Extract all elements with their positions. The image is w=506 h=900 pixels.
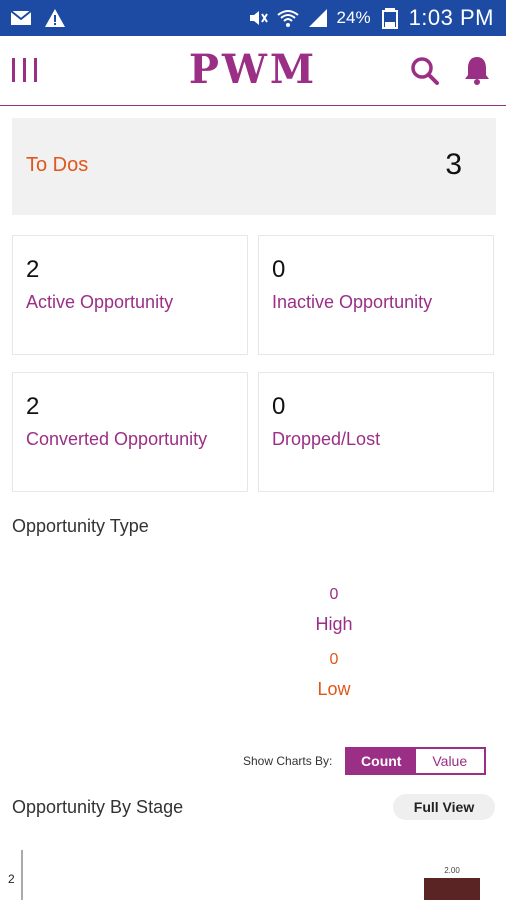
stat-value: 0 — [272, 256, 286, 283]
show-charts-toggle: Count Value — [345, 747, 486, 775]
stat-label: Dropped/Lost — [272, 429, 381, 449]
bar-data-label: 2.00 — [444, 866, 460, 875]
legend-high-value: 0 — [329, 586, 339, 603]
full-view-button[interactable]: Full View — [393, 794, 495, 820]
y-tick-label: 2 — [8, 872, 15, 886]
opportunity-stage-chart: 2 2.00 — [8, 850, 480, 900]
signal-icon — [308, 9, 327, 27]
inactive-opportunity-card[interactable]: 0 Inactive Opportunity — [258, 235, 494, 355]
stat-value: 0 — [272, 393, 286, 420]
todos-card[interactable]: To Dos 3 — [12, 118, 496, 215]
todos-count: 3 — [445, 148, 462, 181]
opportunity-type-title: Opportunity Type — [12, 516, 149, 536]
active-opportunity-card[interactable]: 2 Active Opportunity — [12, 235, 248, 355]
status-bar: 24% 1:03 PM — [0, 0, 506, 36]
value-toggle-button[interactable]: Value — [415, 749, 484, 773]
opportunity-stage-title: Opportunity By Stage — [12, 797, 184, 817]
bell-icon[interactable] — [462, 54, 492, 86]
stat-value: 2 — [26, 256, 40, 283]
search-icon[interactable] — [410, 56, 440, 86]
legend-low-value: 0 — [329, 651, 339, 668]
todos-label: To Dos — [26, 154, 89, 176]
converted-opportunity-card[interactable]: 2 Converted Opportunity — [12, 372, 248, 492]
stat-label: Inactive Opportunity — [272, 292, 433, 312]
show-charts-label: Show Charts By: — [243, 754, 333, 768]
legend-high-label: High — [315, 614, 353, 634]
clock: 1:03 PM — [408, 5, 494, 30]
battery-icon — [381, 8, 398, 29]
mail-icon — [10, 10, 32, 25]
wifi-icon — [276, 10, 299, 27]
warning-icon — [45, 9, 65, 27]
stat-value: 2 — [26, 393, 40, 420]
stat-label: Active Opportunity — [26, 292, 174, 312]
legend-low-label: Low — [317, 679, 351, 699]
count-toggle-button[interactable]: Count — [347, 749, 416, 773]
app-bar: PWM — [0, 36, 506, 106]
bar — [424, 878, 480, 900]
battery-percentage: 24% — [336, 8, 371, 27]
stat-label: Converted Opportunity — [26, 429, 208, 449]
dropped-lost-card[interactable]: 0 Dropped/Lost — [258, 372, 494, 492]
mute-icon — [249, 11, 268, 25]
